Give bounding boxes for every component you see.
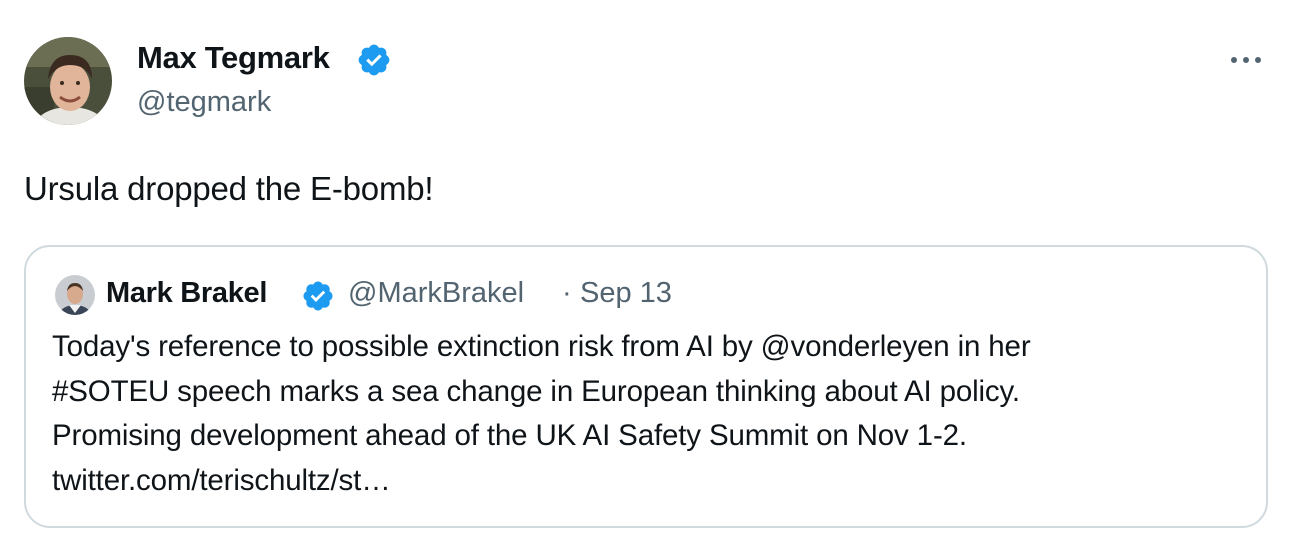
quoted-tweet[interactable]: Mark Brakel @MarkBrakel · Sep 13 Today's… — [24, 245, 1268, 528]
quoted-text-line: Promising development ahead of the UK AI… — [52, 419, 967, 452]
quoted-link[interactable]: twitter.com/terischultz/st… — [52, 459, 1252, 504]
quoted-text-line: Today's reference to possible extinction… — [52, 330, 1031, 363]
author-handle[interactable]: @tegmark — [137, 86, 271, 119]
tweet-text: Ursula dropped the E-bomb! — [24, 170, 434, 207]
more-options-button[interactable] — [1224, 40, 1268, 80]
quoted-tweet-text: Today's reference to possible extinction… — [52, 325, 1252, 503]
quoted-author-name[interactable]: Mark Brakel — [106, 277, 267, 310]
quoted-author-avatar[interactable] — [55, 275, 95, 315]
quoted-text-line: #SOTEU speech marks a sea change in Euro… — [52, 374, 1020, 408]
author-name[interactable]: Max Tegmark — [137, 40, 330, 76]
verified-badge-icon — [301, 279, 335, 313]
quoted-author-handle[interactable]: @MarkBrakel — [348, 277, 524, 310]
author-avatar[interactable] — [24, 37, 112, 125]
more-horizontal-icon — [1231, 57, 1261, 63]
verified-badge-icon — [356, 42, 392, 78]
tweet-card: Max Tegmark @tegmark Ursula dropped the … — [0, 0, 1292, 560]
quoted-tweet-date[interactable]: Sep 13 — [580, 277, 672, 310]
separator-dot: · — [562, 277, 572, 309]
